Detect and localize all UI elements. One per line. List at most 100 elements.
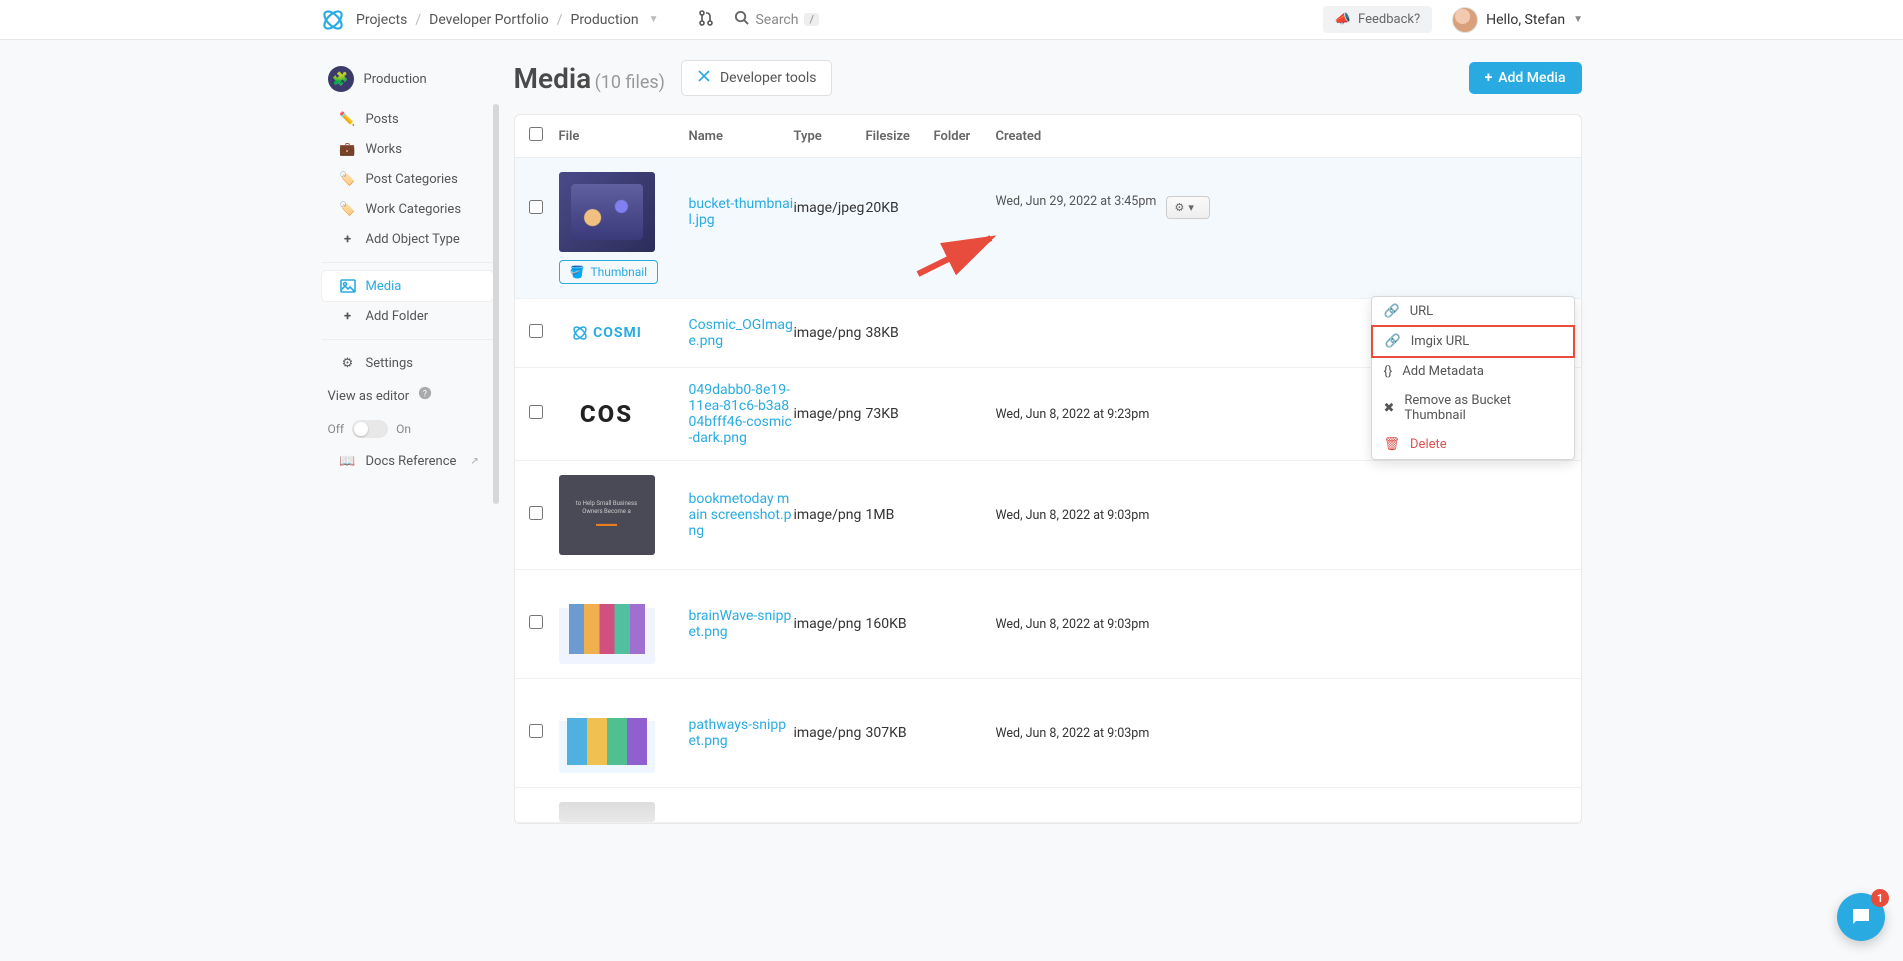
file-thumbnail[interactable] [559,802,655,822]
dropdown-imgix-url[interactable]: 🔗 Imgix URL [1371,325,1575,358]
chat-badge: 1 [1871,889,1889,907]
plus-icon: + [1485,70,1493,86]
external-link-icon: ↗ [470,456,478,467]
table-row[interactable]: brainWave-snippet.png image/png 160KB We… [515,570,1581,679]
row-checkbox[interactable] [529,200,543,214]
file-name-link[interactable]: brainWave-snippet.png [689,608,792,640]
file-created: Wed, Jun 8, 2022 at 9:03pm [996,617,1166,632]
file-name-link[interactable]: 049dabb0-8e19-11ea-81c6-b3a804bfff46-cos… [689,382,792,446]
dropdown-delete[interactable]: 🗑 Delete [1372,430,1574,459]
row-checkbox[interactable] [529,724,543,738]
main-content: Media (10 files) Developer tools + Add M… [500,40,1582,824]
top-header: Projects / Developer Portfolio / Product… [0,0,1903,40]
caret-down-icon: ▾ [1188,201,1194,214]
pull-request-icon[interactable] [698,10,714,30]
row-checkbox[interactable] [529,405,543,419]
file-name-link[interactable]: pathways-snippet.png [689,717,787,749]
divider [322,262,493,263]
row-checkbox[interactable] [529,615,543,629]
col-name[interactable]: Name [689,129,794,144]
row-actions-button[interactable]: ⚙ ▾ [1166,196,1210,219]
sidebar-item-works[interactable]: 💼 Works [322,134,493,164]
svg-text:?: ? [423,390,427,400]
file-type: image/png [794,616,866,632]
table-row[interactable]: pathways-snippet.png image/png 307KB Wed… [515,679,1581,788]
tag-icon: 🏷️ [340,201,356,217]
file-name-link[interactable]: bucket-thumbnail.jpg [689,196,794,228]
cosmic-logo-icon [320,7,346,33]
sidebar: 🧩 Production ✏️ Posts 💼 Works 🏷️ Post Ca… [322,40,500,824]
sidebar-item-posts[interactable]: ✏️ Posts [322,104,493,134]
view-as-editor-row: View as editor ? [322,378,493,412]
file-created: Wed, Jun 8, 2022 at 9:23pm [996,407,1166,422]
megaphone-icon: 📣 [1335,12,1351,27]
gear-icon: ⚙ [1175,201,1185,214]
col-created[interactable]: Created [996,129,1166,144]
bucket-avatar[interactable]: 🧩 [328,66,354,92]
file-name-link[interactable]: Cosmic_OGImage.png [689,317,793,349]
editor-toggle[interactable] [352,420,388,438]
table-row[interactable]: to Help Small Business Owners Become a▬▬… [515,461,1581,570]
dropdown-remove-thumbnail[interactable]: ✖ Remove as Bucket Thumbnail [1372,386,1574,430]
row-checkbox[interactable] [529,324,543,338]
table-row[interactable] [515,788,1581,823]
breadcrumb-bucket[interactable]: Production [570,12,638,28]
link-icon: 🔗 [1385,334,1401,349]
col-folder[interactable]: Folder [934,129,996,144]
chevron-down-icon[interactable]: ▼ [649,14,659,25]
row-actions-dropdown: 🔗 URL 🔗 Imgix URL {} Add Metadata ✖ Remo… [1371,296,1575,460]
file-thumbnail[interactable]: to Help Small Business Owners Become a▬▬… [559,475,655,555]
file-thumbnail[interactable] [559,172,655,252]
sidebar-item-media[interactable]: Media [322,271,493,301]
gear-icon: ⚙ [340,355,356,371]
sidebar-item-settings[interactable]: ⚙ Settings [322,348,493,378]
row-checkbox[interactable] [529,506,543,520]
file-thumbnail[interactable]: COS [559,394,655,434]
file-type: image/png [794,406,866,422]
sidebar-add-folder[interactable]: + Add Folder [322,301,493,331]
sidebar-docs-reference[interactable]: 📖 Docs Reference ↗ [322,446,493,476]
file-thumbnail[interactable] [559,584,655,664]
plus-icon: + [340,308,356,324]
sidebar-add-object-type[interactable]: + Add Object Type [322,224,493,254]
developer-tools-button[interactable]: Developer tools [681,60,832,96]
image-icon [340,278,356,294]
add-media-button[interactable]: + Add Media [1469,62,1582,94]
col-type[interactable]: Type [794,129,866,144]
user-greeting: Hello, Stefan [1486,12,1565,28]
media-table: File Name Type Filesize Folder Created 🪣… [514,114,1582,824]
help-icon[interactable]: ? [418,389,432,404]
file-created: Wed, Jun 8, 2022 at 9:03pm [996,508,1166,523]
file-name-link[interactable]: bookmetoday main screenshot.png [689,491,792,539]
book-icon: 📖 [340,453,356,469]
dropdown-add-metadata[interactable]: {} Add Metadata [1372,357,1574,386]
sidebar-scrollbar[interactable] [493,104,499,504]
thumbnail-badge[interactable]: 🪣 Thumbnail [559,260,659,284]
search-kbd: / [804,13,819,26]
select-all-checkbox[interactable] [529,127,543,141]
search-box[interactable]: Search / [734,10,819,29]
col-filesize[interactable]: Filesize [866,129,934,144]
annotation-arrow [913,230,1003,280]
feedback-button[interactable]: 📣 Feedback? [1323,6,1433,33]
page-title: Media [514,62,592,95]
file-created: Wed, Jun 8, 2022 at 9:03pm [996,726,1166,741]
sidebar-item-work-categories[interactable]: 🏷️ Work Categories [322,194,493,224]
chevron-down-icon[interactable]: ▼ [1573,14,1583,25]
user-avatar[interactable] [1452,7,1478,33]
file-size: 38KB [866,325,934,341]
breadcrumb-project[interactable]: Developer Portfolio [429,12,549,28]
table-row[interactable]: 🪣 Thumbnail bucket-thumbnail.jpg image/j… [515,158,1581,299]
col-file[interactable]: File [559,129,689,144]
link-icon: 🔗 [1384,304,1400,319]
breadcrumb-projects[interactable]: Projects [356,12,407,28]
sidebar-item-post-categories[interactable]: 🏷️ Post Categories [322,164,493,194]
file-thumbnail[interactable]: COSMI [559,313,655,353]
file-thumbnail[interactable] [559,693,655,773]
breadcrumb-sep: / [415,12,421,28]
chat-bubble-button[interactable]: 1 [1837,893,1885,941]
file-size: 20KB [866,172,934,216]
dropdown-url[interactable]: 🔗 URL [1372,297,1574,326]
divider [322,339,493,340]
table-header: File Name Type Filesize Folder Created [515,115,1581,158]
